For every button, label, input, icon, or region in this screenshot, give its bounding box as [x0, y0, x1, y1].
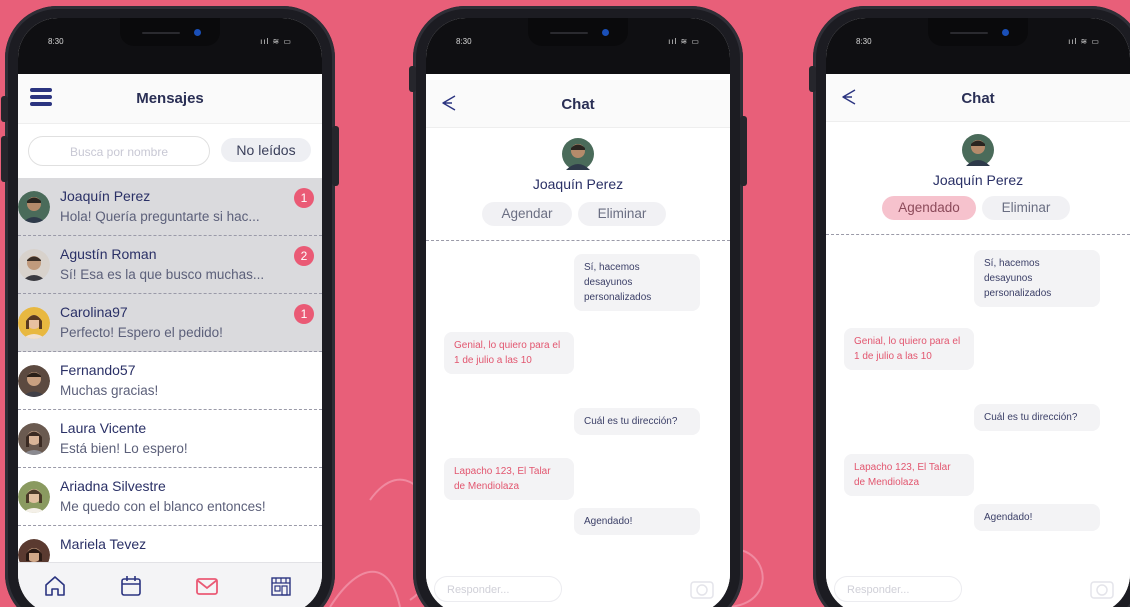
- message-bubble-sent: Sí, hacemos desayunos personalizados: [974, 250, 1100, 307]
- status-time: 8:30: [48, 37, 64, 46]
- search-row: Busca por nombre No leídos: [18, 128, 322, 178]
- conversation-row[interactable]: Ariadna Silvestre Me quedo con el blanco…: [18, 468, 322, 526]
- camera-icon[interactable]: [688, 576, 716, 602]
- status-bar: 8:30 ııl ≋ ▭: [18, 18, 322, 74]
- phone-chat-scheduled: 8:30 ııl ≋ ▭ Chat Joaquín Perez Agendado…: [809, 6, 1130, 607]
- message-bubble-received: Lapacho 123, El Talar de Mendiolaza: [444, 458, 574, 500]
- message-preview: Perfecto! Espero el pedido!: [60, 325, 223, 340]
- reply-bar: Responder...: [826, 564, 1130, 607]
- contact-name: Mariela Tevez: [60, 536, 147, 552]
- conversation-row[interactable]: Fernando57 Muchas gracias!: [18, 352, 322, 410]
- status-bar: 8:30 ııl ≋ ▭: [826, 18, 1130, 74]
- contact-name: Ariadna Silvestre: [60, 478, 166, 494]
- chat-screen: 8:30 ııl ≋ ▭ Chat Joaquín Perez Agendado…: [826, 18, 1130, 607]
- message-bubble-received: Lapacho 123, El Talar de Mendiolaza: [844, 454, 974, 496]
- inbox-header: Mensajes: [18, 74, 322, 124]
- message-preview: Me quedo con el blanco entonces!: [60, 499, 266, 514]
- contact-name: Agustín Roman: [60, 246, 157, 262]
- contact-name: Joaquín Perez: [932, 172, 1024, 188]
- reply-bar: Responder...: [426, 564, 730, 607]
- message-bubble-sent: Sí, hacemos desayunos personalizados: [574, 254, 700, 311]
- contact-name: Carolina97: [60, 304, 128, 320]
- chat-header: Chat: [826, 74, 1130, 122]
- message-preview: Muchas gracias!: [60, 383, 159, 398]
- signal-indicators: ııl ≋ ▭: [668, 37, 700, 46]
- divider: [426, 240, 730, 241]
- chat-screen: 8:30 ııl ≋ ▭ Chat Joaquín Perez Agendar …: [426, 18, 730, 607]
- message-preview: Hola! Quería preguntarte si hac...: [60, 209, 260, 224]
- mail-icon[interactable]: [194, 573, 220, 599]
- calendar-icon[interactable]: [118, 573, 144, 599]
- chat-header: Chat: [426, 80, 730, 128]
- phone-inbox: 8:30 ııl ≋ ▭ Mensajes Busca por nombre N…: [1, 6, 339, 607]
- message-bubble-sent: Cuál es tu dirección?: [574, 408, 700, 435]
- unread-badge: 1: [294, 304, 314, 324]
- delete-button[interactable]: Eliminar: [578, 202, 666, 226]
- contact-avatar: [826, 134, 1130, 171]
- status-time: 8:30: [456, 37, 472, 46]
- message-preview: Está bien! Lo espero!: [60, 441, 188, 456]
- page-title: Mensajes: [136, 90, 204, 107]
- reply-input[interactable]: Responder...: [434, 576, 562, 602]
- message-bubble-sent: Cuál es tu dirección?: [974, 404, 1100, 431]
- message-bubble-received: Genial, lo quiero para el 1 de julio a l…: [444, 332, 574, 374]
- page-title: Chat: [961, 90, 995, 107]
- message-bubble-received: Genial, lo quiero para el 1 de julio a l…: [844, 328, 974, 370]
- divider: [826, 234, 1130, 235]
- home-icon[interactable]: [42, 573, 68, 599]
- unread-filter-button[interactable]: No leídos: [221, 138, 311, 162]
- contact-name: Laura Vicente: [60, 420, 147, 436]
- page-title: Chat: [561, 96, 595, 113]
- conversation-row[interactable]: Joaquín Perez Hola! Quería preguntarte s…: [18, 178, 322, 236]
- avatar: [18, 191, 50, 223]
- camera-icon[interactable]: [1088, 576, 1116, 602]
- phone-chat: 8:30 ııl ≋ ▭ Chat Joaquín Perez Agendar …: [409, 6, 747, 607]
- bottom-tab-bar: [18, 562, 322, 607]
- contact-name: Fernando57: [60, 362, 136, 378]
- search-input[interactable]: Busca por nombre: [28, 136, 210, 166]
- schedule-button[interactable]: Agendar: [482, 202, 572, 226]
- message-bubble-sent: Agendado!: [974, 504, 1100, 531]
- message-preview: Sí! Esa es la que busco muchas...: [60, 267, 265, 282]
- reply-input[interactable]: Responder...: [834, 576, 962, 602]
- conversation-row[interactable]: Agustín Roman Sí! Esa es la que busco mu…: [18, 236, 322, 294]
- scheduled-button[interactable]: Agendado: [882, 196, 976, 220]
- inbox-screen: 8:30 ııl ≋ ▭ Mensajes Busca por nombre N…: [18, 18, 322, 607]
- signal-indicators: ııl ≋ ▭: [1068, 37, 1100, 46]
- contact-avatar: [426, 138, 730, 175]
- contact-name: Joaquín Perez: [532, 176, 624, 192]
- avatar: [18, 423, 50, 455]
- avatar: [18, 481, 50, 513]
- message-bubble-sent: Agendado!: [574, 508, 700, 535]
- status-time: 8:30: [856, 37, 872, 46]
- avatar: [18, 365, 50, 397]
- store-icon[interactable]: [268, 573, 294, 599]
- conversation-row[interactable]: Laura Vicente Está bien! Lo espero!: [18, 410, 322, 468]
- avatar: [18, 307, 50, 339]
- conversation-row[interactable]: Carolina97 Perfecto! Espero el pedido! 1: [18, 294, 322, 352]
- contact-name: Joaquín Perez: [60, 188, 151, 204]
- unread-badge: 2: [294, 246, 314, 266]
- signal-indicators: ııl ≋ ▭: [260, 37, 292, 46]
- status-bar: 8:30 ııl ≋ ▭: [426, 18, 730, 74]
- delete-button[interactable]: Eliminar: [982, 196, 1070, 220]
- avatar: [18, 249, 50, 281]
- unread-badge: 1: [294, 188, 314, 208]
